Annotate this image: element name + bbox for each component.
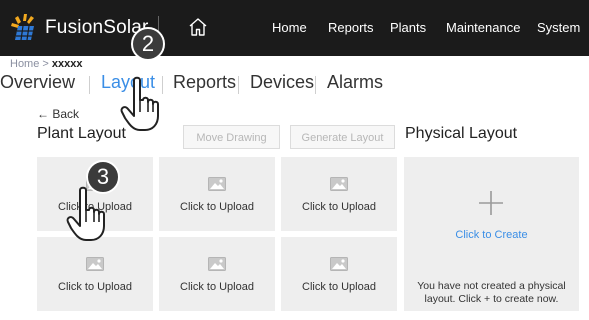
image-icon — [330, 257, 348, 271]
pointing-hand-icon — [120, 76, 159, 131]
upload-tile[interactable]: Click to Upload — [281, 237, 397, 311]
tab-devices[interactable]: Devices — [250, 72, 314, 93]
upload-label: Click to Upload — [302, 281, 376, 293]
image-icon — [86, 257, 104, 271]
image-icon — [330, 177, 348, 191]
breadcrumb-separator: > — [42, 58, 49, 70]
breadcrumb-home[interactable]: Home — [10, 58, 39, 70]
upload-label: Click to Upload — [302, 201, 376, 213]
step-2-badge: 2 — [131, 27, 165, 61]
top-navigation-bar: FusionSolar Home Reports Plants Maintena… — [0, 0, 589, 56]
generate-layout-button[interactable]: Generate Layout — [290, 125, 395, 149]
nav-reports[interactable]: Reports — [328, 20, 374, 35]
tab-alarms[interactable]: Alarms — [327, 72, 383, 93]
nav-home[interactable]: Home — [272, 20, 307, 35]
breadcrumb-current: xxxxx — [51, 58, 83, 70]
pointing-hand-icon — [66, 186, 105, 241]
home-icon[interactable] — [187, 16, 209, 38]
fusionsolar-logo-icon — [11, 14, 34, 41]
upload-label: Click to Upload — [180, 201, 254, 213]
tab-divider — [238, 76, 239, 94]
image-icon — [208, 257, 226, 271]
back-link[interactable]: ← Back — [37, 107, 79, 121]
create-link[interactable]: Click to Create — [404, 229, 579, 241]
breadcrumb: Home > xxxxx — [10, 58, 83, 70]
tab-divider — [315, 76, 316, 94]
plus-icon[interactable] — [477, 189, 505, 217]
upload-label: Click to Upload — [180, 281, 254, 293]
tab-overview[interactable]: Overview — [0, 72, 75, 93]
physical-layout-title: Physical Layout — [405, 125, 518, 142]
upload-tile[interactable]: Click to Upload — [159, 157, 275, 231]
upload-tile[interactable]: Click to Upload — [281, 157, 397, 231]
nav-maintenance[interactable]: Maintenance — [446, 20, 520, 35]
tab-divider — [89, 76, 90, 94]
nav-plants[interactable]: Plants — [390, 20, 426, 35]
upload-tile[interactable]: Click to Upload — [159, 237, 275, 311]
upload-tile[interactable]: Click to Upload — [37, 237, 153, 311]
upload-label: Click to Upload — [58, 281, 132, 293]
tab-reports[interactable]: Reports — [173, 72, 236, 93]
plant-layout-title: Plant Layout — [37, 125, 126, 142]
nav-system[interactable]: System — [537, 20, 580, 35]
empty-physical-layout-message: You have not created a physical layout. … — [417, 280, 566, 305]
move-drawing-button[interactable]: Move Drawing — [183, 125, 280, 149]
image-icon — [208, 177, 226, 191]
